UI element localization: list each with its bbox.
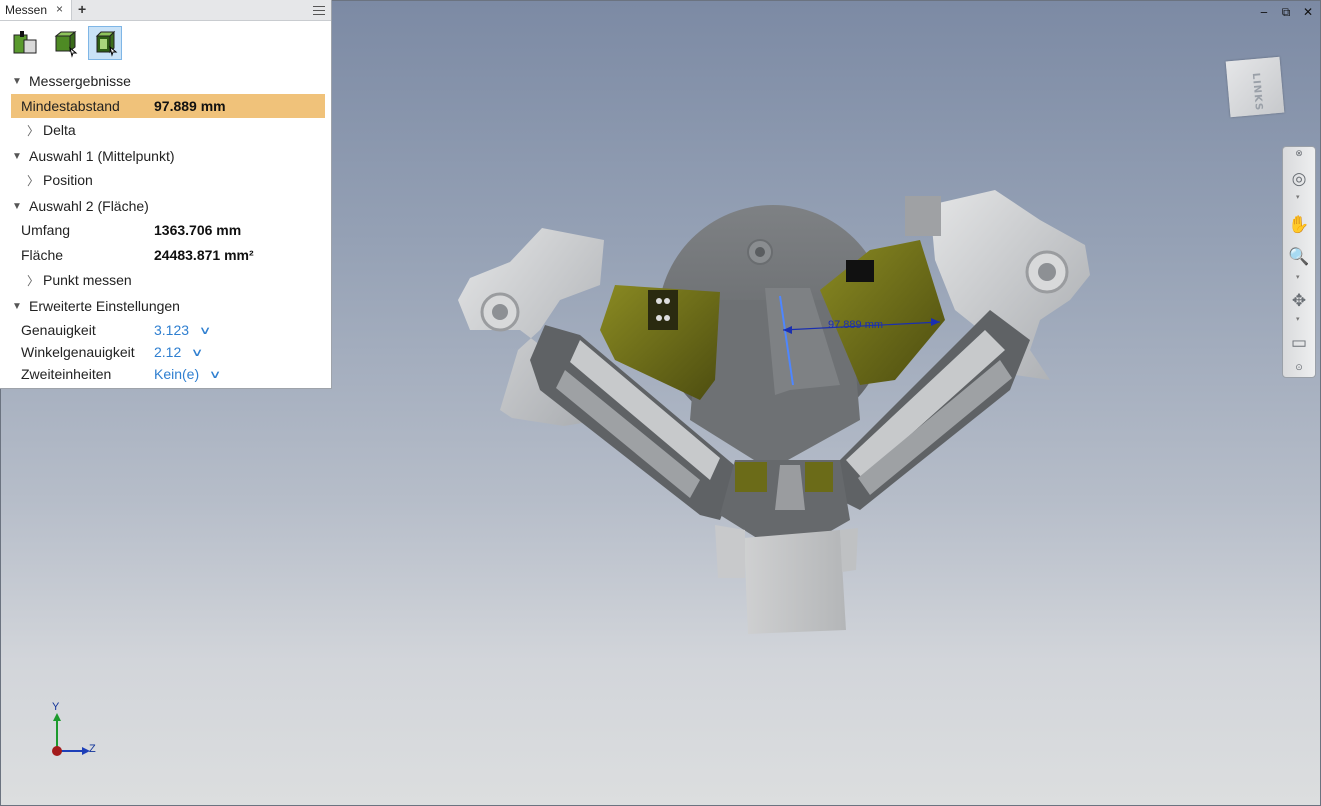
close-icon[interactable]: ✕ — [1301, 5, 1315, 20]
collapse-triangle-icon[interactable]: ▼ — [12, 301, 22, 312]
navigation-bar: ⊗ ◎ ▾ ✋ 🔍 ▾ ✥ ▾ ▭ ⊙ — [1282, 146, 1316, 378]
steering-wheel-icon[interactable]: ◎ — [1287, 167, 1311, 191]
angular-precision-dropdown[interactable]: 2.12 ∨ — [154, 344, 204, 360]
collapse-triangle-icon[interactable]: ▼ — [12, 201, 22, 212]
min-distance-row[interactable]: Mindestabstand 97.889 mm — [11, 94, 325, 118]
axis-triad: Y Z — [40, 701, 110, 765]
chevron-down-icon[interactable]: ∨ — [191, 346, 204, 359]
dual-units-row: Zweiteinheiten Kein(e) ∨ — [0, 362, 331, 386]
position-row[interactable]: 〉 Position — [0, 168, 331, 192]
pan-hand-icon[interactable]: ✋ — [1287, 213, 1311, 237]
dual-units-label: Zweiteinheiten — [21, 366, 112, 382]
section-advanced-header[interactable]: ▼ Erweiterte Einstellungen — [0, 294, 331, 318]
panel-tab-bar: Messen × + — [0, 0, 331, 21]
chevron-down-icon[interactable]: ▾ — [1296, 193, 1300, 201]
section-title: Erweiterte Einstellungen — [29, 298, 180, 314]
tab-close-icon[interactable]: × — [56, 2, 63, 16]
section-title: Auswahl 2 (Fläche) — [29, 198, 149, 214]
angular-precision-value: 2.12 — [154, 344, 182, 360]
angular-precision-label: Winkelgenauigkeit — [21, 344, 135, 360]
chevron-down-icon[interactable]: ▾ — [1296, 315, 1300, 323]
area-label: Fläche — [21, 247, 64, 263]
window-controls: ‒ ⧉ ✕ — [1257, 5, 1315, 20]
chevron-down-icon[interactable]: ▾ — [1296, 273, 1300, 281]
panel-menu-icon[interactable] — [313, 3, 325, 18]
measure-select-icon[interactable] — [88, 26, 122, 60]
section-selection2-header[interactable]: ▼ Auswahl 2 (Fläche) — [0, 194, 331, 218]
viewcube-label: LINKS — [1249, 72, 1265, 112]
navbar-options-icon[interactable]: ⊙ — [1287, 361, 1311, 373]
add-tab-icon[interactable]: + — [78, 1, 86, 17]
measure-point-row[interactable]: 〉 Punkt messen — [0, 268, 331, 292]
measure-panel: Messen × + ▼ Messergebnisse Mindestabsta… — [0, 0, 332, 389]
bottom-block — [744, 530, 846, 634]
min-distance-value: 97.889 mm — [154, 98, 226, 114]
tab-label: Messen — [5, 3, 48, 17]
navbar-close-icon[interactable]: ⊗ — [1287, 147, 1311, 159]
precision-value: 3.123 — [154, 322, 190, 338]
zoom-icon[interactable]: 🔍 — [1287, 245, 1311, 269]
collapse-triangle-icon[interactable]: ▼ — [12, 151, 22, 162]
chevron-right-icon[interactable]: 〉 — [27, 122, 39, 139]
chevron-right-icon[interactable]: 〉 — [27, 272, 39, 289]
section-title: Auswahl 1 (Mittelpunkt) — [29, 148, 175, 164]
section-results-header[interactable]: ▼ Messergebnisse — [0, 69, 331, 93]
precision-dropdown[interactable]: 3.123 ∨ — [154, 322, 212, 338]
precision-label: Genauigkeit — [21, 322, 96, 338]
delta-row[interactable]: 〉 Delta — [0, 118, 331, 142]
measure-face-icon[interactable] — [48, 26, 82, 60]
section-title: Messergebnisse — [29, 73, 131, 89]
viewcube[interactable]: LINKS — [1225, 56, 1285, 118]
precision-row: Genauigkeit 3.123 ∨ — [0, 318, 331, 342]
min-distance-label: Mindestabstand — [21, 98, 120, 114]
axis-z-label: Z — [89, 743, 96, 755]
delta-label: Delta — [43, 122, 76, 138]
minimize-icon[interactable]: ‒ — [1257, 5, 1271, 20]
chevron-down-icon[interactable]: ∨ — [209, 368, 222, 381]
area-value: 24483.871 mm² — [154, 247, 254, 263]
perimeter-label: Umfang — [21, 222, 71, 238]
perimeter-row: Umfang 1363.706 mm — [0, 218, 331, 242]
tab-messen[interactable]: Messen × — [0, 0, 72, 20]
perimeter-value: 1363.706 mm — [154, 222, 242, 238]
position-label: Position — [43, 172, 93, 188]
dual-units-value: Kein(e) — [154, 366, 200, 382]
angular-precision-row: Winkelgenauigkeit 2.12 ∨ — [0, 340, 331, 364]
chevron-right-icon[interactable]: 〉 — [27, 172, 39, 189]
section-selection1-header[interactable]: ▼ Auswahl 1 (Mittelpunkt) — [0, 144, 331, 168]
axis-y-label: Y — [52, 701, 60, 713]
restore-icon[interactable]: ⧉ — [1279, 5, 1293, 20]
dimension-label: 97.889 mm — [828, 319, 884, 331]
orbit-icon[interactable]: ✥ — [1287, 289, 1311, 313]
collapse-triangle-icon[interactable]: ▼ — [12, 76, 22, 87]
chevron-down-icon[interactable]: ∨ — [199, 324, 212, 337]
dual-units-dropdown[interactable]: Kein(e) ∨ — [154, 366, 222, 382]
view-face-icon[interactable]: ▭ — [1287, 331, 1311, 355]
measure-point-label: Punkt messen — [43, 272, 132, 288]
measure-distance-icon[interactable] — [8, 26, 42, 60]
area-row: Fläche 24483.871 mm² — [0, 243, 331, 267]
